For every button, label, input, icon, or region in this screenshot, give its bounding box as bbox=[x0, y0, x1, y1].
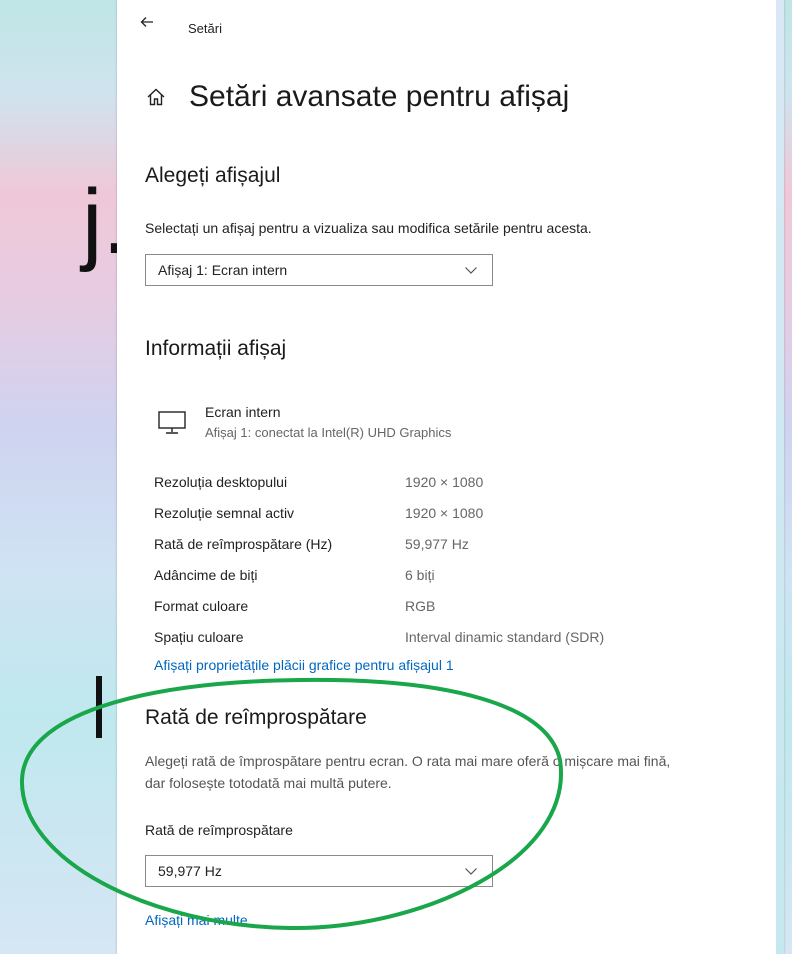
info-value: 1920 × 1080 bbox=[405, 504, 484, 521]
refresh-rate-label: Rată de reîmprospătare bbox=[145, 822, 293, 838]
refresh-rate-select-value: 59,977 Hz bbox=[158, 863, 222, 879]
show-more-link[interactable]: Afișați mai multe bbox=[145, 912, 248, 928]
display-info-heading: Informații afișaj bbox=[145, 337, 287, 360]
monitor-detail: Afișaj 1: conectat la Intel(R) UHD Graph… bbox=[205, 425, 452, 440]
display-info-table: Rezoluția desktopului 1920 × 1080 Rezolu… bbox=[154, 466, 604, 652]
app-title: Setări bbox=[188, 21, 222, 36]
info-row: Adâncime de biți 6 biți bbox=[154, 559, 604, 590]
monitor-icon bbox=[158, 411, 186, 434]
info-row: Rată de reîmprospătare (Hz) 59,977 Hz bbox=[154, 528, 604, 559]
info-row: Format culoare RGB bbox=[154, 590, 604, 621]
info-value: 1920 × 1080 bbox=[405, 473, 484, 490]
display-select-value: Afișaj 1: Ecran intern bbox=[158, 262, 288, 278]
info-key: Rezoluția desktopului bbox=[154, 473, 288, 490]
refresh-rate-select[interactable]: 59,977 Hz bbox=[145, 855, 493, 887]
settings-window: Setări Setări avansate pentru afișaj Ale… bbox=[117, 0, 784, 954]
monitor-name: Ecran intern bbox=[205, 404, 281, 420]
info-key: Format culoare bbox=[154, 597, 249, 614]
page-title: Setări avansate pentru afișaj bbox=[189, 80, 570, 113]
info-key: Rezoluție semnal activ bbox=[154, 504, 295, 521]
choose-display-heading: Alegeți afișajul bbox=[145, 164, 281, 187]
page-header: Setări avansate pentru afișaj bbox=[145, 80, 569, 114]
display-select[interactable]: Afișaj 1: Ecran intern bbox=[145, 254, 493, 286]
info-value: RGB bbox=[405, 597, 436, 614]
chevron-down-icon bbox=[465, 868, 477, 875]
info-key: Rată de reîmprospătare (Hz) bbox=[154, 535, 333, 552]
info-row: Rezoluția desktopului 1920 × 1080 bbox=[154, 466, 604, 497]
info-value: 59,977 Hz bbox=[405, 535, 469, 552]
back-arrow-icon bbox=[140, 17, 153, 27]
choose-display-description: Selectați un afișaj pentru a vizualiza s… bbox=[145, 220, 592, 236]
info-row: Spațiu culoare Interval dinamic standard… bbox=[154, 621, 604, 652]
info-key: Adâncime de biți bbox=[154, 566, 258, 583]
info-key: Spațiu culoare bbox=[154, 628, 244, 645]
monitor-block: Ecran intern Afișaj 1: conectat la Intel… bbox=[157, 404, 451, 440]
chevron-down-icon bbox=[465, 267, 477, 274]
background-bar-fragment bbox=[96, 676, 102, 738]
refresh-rate-description: Alegeți rată de împrospătare pentru ecra… bbox=[145, 753, 671, 791]
back-button[interactable] bbox=[137, 12, 157, 32]
info-value: Interval dinamic standard (SDR) bbox=[405, 628, 605, 645]
refresh-rate-heading: Rată de reîmprospătare bbox=[145, 706, 367, 729]
info-row: Rezoluție semnal activ 1920 × 1080 bbox=[154, 497, 604, 528]
window-edge bbox=[776, 0, 784, 954]
info-value: 6 biți bbox=[405, 566, 435, 583]
home-icon[interactable] bbox=[145, 86, 167, 108]
adapter-properties-link[interactable]: Afișați proprietățile plăcii grafice pen… bbox=[154, 657, 454, 673]
